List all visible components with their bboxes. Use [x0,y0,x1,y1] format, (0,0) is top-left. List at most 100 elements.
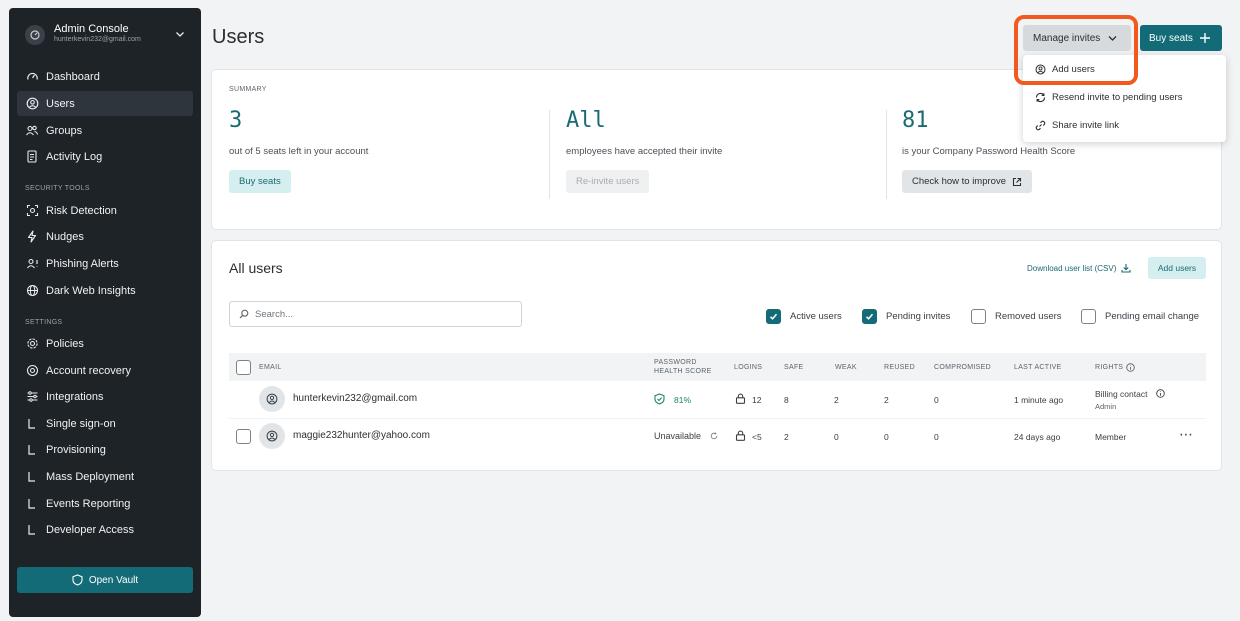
menu-item-label: Share invite link [1052,120,1120,131]
row-checkbox[interactable] [236,429,251,444]
sidebar-item-single-sign-on[interactable]: Single sign-on [17,411,193,436]
filter-active-users[interactable]: Active users [766,309,842,324]
info-icon[interactable] [1156,389,1165,398]
checkbox-unchecked[interactable] [1081,309,1096,324]
open-vault-button[interactable]: Open Vault [17,567,193,593]
menu-item-resend-invite[interactable]: Resend invite to pending users [1035,92,1182,103]
last-active: 24 days ago [1014,432,1061,442]
checkbox-unchecked[interactable] [971,309,986,324]
col-rights: RIGHTS [1095,364,1124,371]
sidebar-item-provisioning[interactable]: Provisioning [17,437,193,462]
checkbox-checked[interactable] [766,309,781,324]
rights-sub: Admin [1095,402,1117,411]
safe-count: 2 [784,432,789,442]
col-weak: WEAK [835,364,857,371]
buy-seats-header-button[interactable]: Buy seats [1140,25,1222,51]
compromised-count: 0 [934,395,939,405]
divider [886,110,887,199]
menu-item-label: Resend invite to pending users [1052,92,1183,103]
sidebar-item-label: Single sign-on [46,417,116,430]
avatar [259,423,285,449]
buy-seats-button[interactable]: Buy seats [229,170,291,193]
sidebar-item-label: Nudges [46,230,84,243]
info-icon[interactable] [1126,363,1135,372]
search-icon [239,309,249,319]
sidebar-item-phishing-alerts[interactable]: Phishing Alerts [17,251,193,276]
rights: Billing contact [1095,389,1148,399]
table-header: EMAIL PASSWORD HEALTH SCORE LOGINS SAFE … [229,353,1206,381]
add-users-button[interactable]: Add users [1148,257,1206,279]
col-safe: SAFE [784,364,804,371]
menu-item-share-invite-link[interactable]: Share invite link [1035,120,1119,131]
rights: Member [1095,432,1127,442]
gauge-icon [25,70,39,84]
weak-count: 0 [834,432,839,442]
sidebar-item-label: Provisioning [46,443,106,456]
reinvite-users-button[interactable]: Re-invite users [566,170,650,193]
col-logins: LOGINS [734,364,763,371]
annotation-highlight [1014,15,1138,85]
sidebar-item-label: Dark Web Insights [46,284,136,297]
reused-count: 0 [884,432,889,442]
account-title: Admin Console [54,23,129,35]
filter-label: Removed users [995,311,1062,322]
section-label-settings: SETTINGS [25,319,63,326]
section-label-security: SECURITY TOOLS [25,185,90,192]
sidebar-item-integrations[interactable]: Integrations [17,384,193,409]
summary-label: SUMMARY [229,86,267,93]
download-icon [1121,264,1131,273]
select-all-checkbox[interactable] [236,360,251,375]
more-options-icon[interactable]: ⋯ [1179,426,1193,443]
row-divider [229,418,1206,419]
sidebar-item-policies[interactable]: Policies [17,331,193,356]
safe-count: 8 [784,395,789,405]
filter-pending-invites[interactable]: Pending invites [862,309,950,324]
sidebar-item-mass-deployment[interactable]: Mass Deployment [17,464,193,489]
sidebar-item-account-recovery[interactable]: Account recovery [17,358,193,383]
col-health-line1: PASSWORD [654,359,697,366]
lock-icon [735,393,746,404]
invites-desc: employees have accepted their invite [566,146,723,157]
refresh-icon [710,432,718,440]
checkbox-checked[interactable] [862,309,877,324]
invites-metric: All employees have accepted their invite… [566,108,722,193]
account-switcher[interactable]: Admin Console hunterkevin232@gmail.com [25,22,187,48]
link-icon [1035,120,1046,131]
sidebar-item-label: Developer Access [46,523,135,536]
sidebar-item-label: Policies [46,337,84,350]
sidebar-item-events-reporting[interactable]: Events Reporting [17,491,193,516]
sidebar-item-label: Phishing Alerts [46,257,119,270]
lock-icon [735,430,746,441]
sidebar-item-label: Dashboard [46,70,100,83]
user-email[interactable]: maggie232hunter@yahoo.com [293,430,430,441]
plus-icon [1199,33,1210,43]
sidebar-item-users[interactable]: Users [17,91,193,116]
chevron-down-icon[interactable] [173,27,187,41]
download-csv-label: Download user list (CSV) [1027,263,1117,273]
sidebar-item-dark-web-insights[interactable]: Dark Web Insights [17,278,193,303]
shield-icon [72,574,83,586]
logins-count: <5 [752,432,762,442]
sidebar-item-nudges[interactable]: Nudges [17,224,193,249]
sub-item-icon [25,417,39,431]
user-circle-icon [25,97,39,111]
filter-removed-users[interactable]: Removed users [971,309,1062,324]
check-how-to-improve-button[interactable]: Check how to improve [902,170,1032,193]
search-input[interactable] [255,308,495,320]
check-how-label: Check how to improve [912,176,1006,187]
users-icon [25,124,39,138]
user-email[interactable]: hunterkevin232@gmail.com [293,393,417,404]
sidebar-item-groups[interactable]: Groups [17,118,193,143]
sidebar-item-label: Groups [46,124,83,137]
page-title: Users [212,26,265,48]
sidebar-item-dashboard[interactable]: Dashboard [17,64,193,89]
health-score: Unavailable [654,431,702,441]
gear-icon [25,337,39,351]
search-box[interactable] [229,301,522,327]
download-csv-link[interactable]: Download user list (CSV) [1027,263,1131,273]
sidebar-item-risk-detection[interactable]: Risk Detection [17,198,193,223]
filter-pending-email-change[interactable]: Pending email change [1081,309,1199,324]
sidebar-item-developer-access[interactable]: Developer Access [17,517,193,542]
sidebar-item-activity-log[interactable]: Activity Log [17,144,193,169]
recovery-icon [25,364,39,378]
